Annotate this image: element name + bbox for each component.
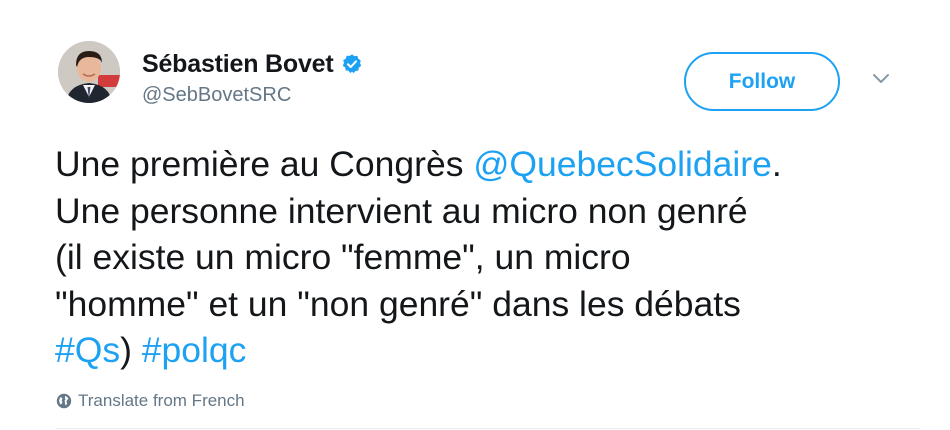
avatar-image <box>58 41 120 103</box>
chevron-down-icon[interactable] <box>871 72 891 86</box>
translate-link[interactable]: Translate from French <box>56 391 245 411</box>
tweet-line-1: Une première au Congrès @QuebecSolidaire… <box>55 141 925 188</box>
divider <box>56 428 920 429</box>
tweet-line-2: Une personne intervient au micro non gen… <box>55 190 748 231</box>
tweet-text-segment: ) <box>120 330 142 370</box>
author-name-row[interactable]: Sébastien Bovet <box>142 48 363 80</box>
hashtag-link-polqc[interactable]: #polqc <box>142 330 247 370</box>
follow-button[interactable]: Follow <box>684 52 840 111</box>
tweet-text: Une première au Congrès @QuebecSolidaire… <box>55 141 925 374</box>
tweet-line-3: (il existe un micro "femme", un micro <box>55 237 631 277</box>
author-display-name[interactable]: Sébastien Bovet <box>142 50 334 79</box>
hashtag-link-qs[interactable]: #Qs <box>55 330 120 370</box>
mention-link[interactable]: @QuebecSolidaire <box>473 144 772 184</box>
tweet-card: Sébastien Bovet @SebBovetSRC Follow Une … <box>0 0 950 430</box>
tweet-line-5: #Qs) #polqc <box>55 327 925 374</box>
tweet-line-4: "homme" et un "non genré" dans les débat… <box>55 283 741 324</box>
globe-icon <box>56 393 72 409</box>
tweet-text-segment: Une première au Congrès <box>55 144 474 184</box>
tweet-text-segment: . <box>771 144 782 184</box>
translate-label[interactable]: Translate from French <box>78 391 245 411</box>
verified-badge-icon <box>341 53 363 75</box>
avatar[interactable] <box>58 41 120 103</box>
author-handle[interactable]: @SebBovetSRC <box>142 84 291 107</box>
